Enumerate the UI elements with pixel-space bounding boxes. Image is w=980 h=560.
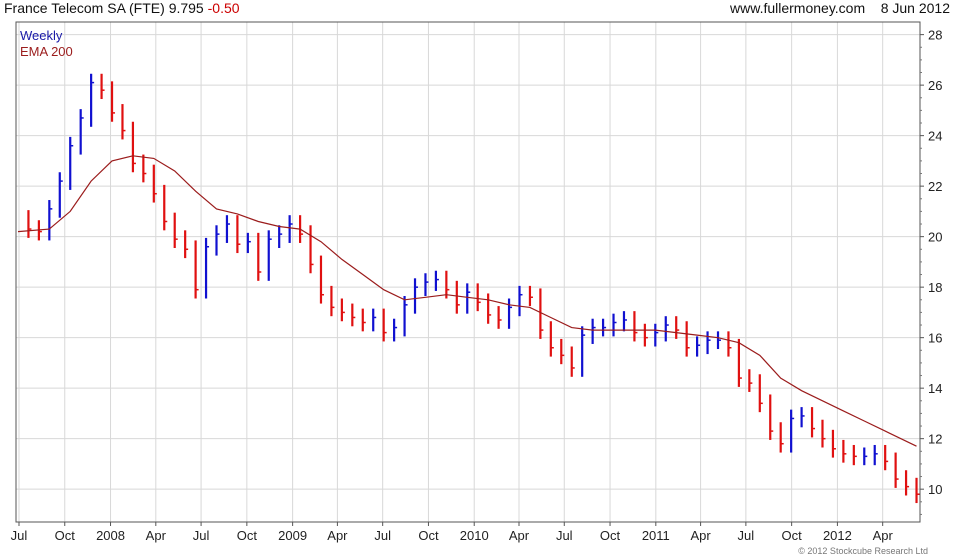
x-tick-label: Jul (193, 528, 210, 543)
y-tick-label: 28 (928, 28, 942, 43)
y-tick-label: 22 (928, 179, 942, 194)
x-tick-label: 2009 (278, 528, 307, 543)
x-tick-label: Jul (556, 528, 573, 543)
x-tick-label: Jul (374, 528, 391, 543)
x-tick-label: Apr (146, 528, 167, 543)
y-tick-label: 18 (928, 280, 942, 295)
x-tick-label: 2008 (96, 528, 125, 543)
price-chart: 10 12 14 16 18 20 22 24 26 28 Jul Oct 2008 Apr Jul Oct… (11, 21, 942, 543)
y-tick-label: 26 (928, 78, 942, 93)
y-axis: 10 12 14 16 18 20 22 24 26 28 (920, 28, 942, 515)
x-tick-label: Apr (873, 528, 894, 543)
plot-frame (15, 21, 921, 523)
x-axis: Jul Oct 2008 Apr Jul Oct 2009 Apr Jul Oct 2010 Apr J… (11, 522, 894, 543)
legend-entry: Weekly (20, 28, 63, 43)
y-tick-label: 12 (928, 432, 942, 447)
x-tick-label: Oct (418, 528, 439, 543)
x-tick-label: 2012 (823, 528, 852, 543)
y-tick-label: 14 (928, 381, 942, 396)
grid-lines (16, 22, 920, 522)
x-tick-label: Jul (738, 528, 755, 543)
x-tick-label: Apr (509, 528, 530, 543)
x-tick-label: Oct (55, 528, 76, 543)
y-tick-label: 10 (928, 482, 942, 497)
x-tick-label: 2011 (642, 528, 670, 543)
x-tick-label: Oct (782, 528, 803, 543)
x-tick-label: 2010 (460, 528, 489, 543)
y-tick-label: 20 (928, 230, 942, 245)
x-tick-label: Apr (327, 528, 348, 543)
x-tick-label: Jul (11, 528, 28, 543)
x-tick-label: Apr (690, 528, 711, 543)
x-tick-label: Oct (600, 528, 621, 543)
legend-entry: EMA 200 (20, 44, 73, 59)
y-tick-label: 24 (928, 129, 942, 144)
copyright-footer: © 2012 Stockcube Research Ltd (798, 546, 928, 556)
y-tick-label: 16 (928, 331, 942, 346)
x-tick-label: Oct (237, 528, 258, 543)
